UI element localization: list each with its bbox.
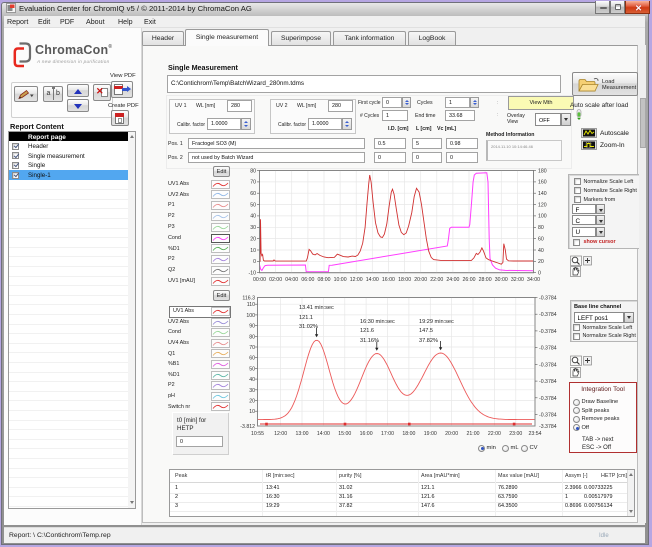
- svg-text:30: 30: [250, 225, 256, 231]
- svg-text:14:00: 14:00: [317, 431, 330, 437]
- svg-text:19:00: 19:00: [424, 431, 437, 437]
- svg-text:12:00: 12:00: [350, 277, 363, 283]
- svg-text:40: 40: [250, 214, 256, 220]
- svg-text:08:00: 08:00: [318, 277, 331, 283]
- svg-text:32:00: 32:00: [511, 277, 524, 283]
- svg-text:110: 110: [247, 302, 255, 308]
- svg-text:-0.3784: -0.3784: [539, 396, 557, 402]
- svg-text:10:00: 10:00: [334, 277, 347, 283]
- svg-text:-3.812: -3.812: [240, 424, 255, 430]
- svg-text:20: 20: [250, 236, 256, 242]
- svg-text:20: 20: [249, 399, 255, 405]
- svg-text:40: 40: [249, 377, 255, 383]
- svg-text:160: 160: [538, 180, 547, 186]
- svg-text:50: 50: [250, 202, 256, 208]
- svg-text:80: 80: [538, 225, 544, 231]
- svg-text:14:00: 14:00: [366, 277, 379, 283]
- svg-text:116.3: 116.3: [242, 296, 255, 302]
- svg-text:16:00: 16:00: [382, 277, 395, 283]
- svg-text:60: 60: [249, 356, 255, 362]
- svg-text:140: 140: [538, 191, 547, 197]
- svg-text:10: 10: [249, 409, 255, 415]
- svg-text:22:00: 22:00: [488, 431, 501, 437]
- svg-text:180: 180: [538, 168, 547, 174]
- svg-text:28:00: 28:00: [479, 277, 492, 283]
- svg-text:00:00: 00:00: [253, 277, 266, 283]
- svg-text:21:00: 21:00: [467, 431, 480, 437]
- svg-text:13:00: 13:00: [296, 431, 309, 437]
- svg-text:70: 70: [250, 180, 256, 186]
- svg-text:18:00: 18:00: [398, 277, 411, 283]
- svg-text:-0.3784: -0.3784: [539, 296, 557, 302]
- svg-text:20:00: 20:00: [445, 431, 458, 437]
- svg-text:60: 60: [538, 236, 544, 242]
- svg-text:23:00: 23:00: [509, 431, 522, 437]
- svg-text:80: 80: [250, 168, 256, 174]
- svg-text:70: 70: [249, 345, 255, 351]
- svg-text:-3.3784: -3.3784: [539, 424, 557, 430]
- svg-text:30: 30: [249, 388, 255, 394]
- svg-text:90: 90: [249, 324, 255, 330]
- svg-text:06:00: 06:00: [301, 277, 314, 283]
- svg-text:20: 20: [538, 259, 544, 265]
- svg-text:50: 50: [249, 366, 255, 372]
- svg-text:30:00: 30:00: [495, 277, 508, 283]
- svg-text:15:00: 15:00: [338, 431, 351, 437]
- svg-text:100: 100: [538, 214, 547, 220]
- svg-text:-0.3784: -0.3784: [539, 362, 557, 368]
- svg-text:100: 100: [246, 313, 255, 319]
- svg-text:-0.3784: -0.3784: [539, 329, 557, 335]
- svg-text:20:00: 20:00: [414, 277, 427, 283]
- svg-text:-0.3784: -0.3784: [539, 413, 557, 419]
- svg-text:-0.3784: -0.3784: [539, 379, 557, 385]
- svg-text:34:00: 34:00: [527, 277, 540, 283]
- svg-text:0: 0: [538, 271, 541, 277]
- svg-text:40: 40: [538, 248, 544, 254]
- svg-text:-10: -10: [249, 271, 257, 277]
- svg-text:18:00: 18:00: [402, 431, 415, 437]
- svg-text:-0.3784: -0.3784: [539, 346, 557, 352]
- svg-text:23:54: 23:54: [529, 431, 542, 437]
- svg-text:04:00: 04:00: [285, 277, 298, 283]
- svg-text:10:55: 10:55: [251, 431, 264, 437]
- svg-text:02:00: 02:00: [269, 277, 282, 283]
- svg-text:17:00: 17:00: [381, 431, 394, 437]
- svg-text:80: 80: [249, 334, 255, 340]
- svg-text:10: 10: [250, 248, 256, 254]
- svg-text:0: 0: [253, 259, 256, 265]
- svg-text:24:00: 24:00: [446, 277, 459, 283]
- svg-text:60: 60: [250, 191, 256, 197]
- svg-text:26:00: 26:00: [463, 277, 476, 283]
- svg-text:-0.3784: -0.3784: [539, 312, 557, 318]
- svg-text:120: 120: [538, 202, 547, 208]
- svg-text:22:00: 22:00: [430, 277, 443, 283]
- svg-text:16:00: 16:00: [360, 431, 373, 437]
- svg-text:12:00: 12:00: [274, 431, 287, 437]
